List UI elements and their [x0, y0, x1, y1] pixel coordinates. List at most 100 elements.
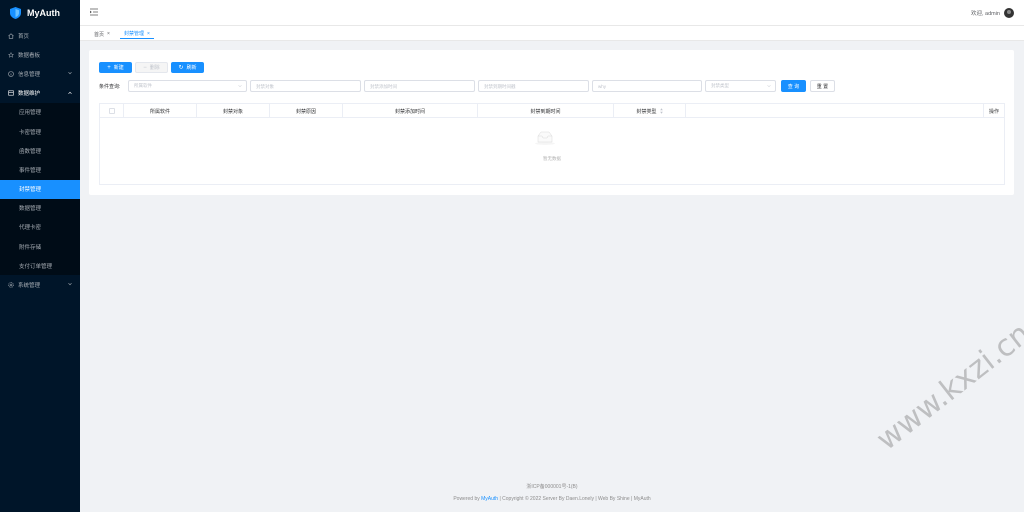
- user-avatar[interactable]: [1004, 8, 1014, 18]
- minus-icon: −: [143, 64, 147, 71]
- expire-time-input[interactable]: [478, 80, 589, 92]
- tab-ban-management[interactable]: 封禁管理 ×: [120, 29, 154, 39]
- chevron-down-icon: [68, 72, 72, 75]
- sidebar-item-payment-orders[interactable]: 支付订单管理: [0, 256, 80, 275]
- tab-label: 封禁管理: [124, 31, 145, 37]
- info-icon: [8, 71, 14, 77]
- sidebar-item-label: 封禁管理: [19, 187, 42, 194]
- sidebar-item-home[interactable]: 首页: [0, 26, 80, 45]
- new-button-label: 新建: [113, 65, 124, 71]
- sidebar-item-label: 附件存储: [19, 244, 42, 251]
- column-header[interactable]: 封禁添加时间: [343, 104, 478, 118]
- sidebar-item-label: 函数管理: [19, 148, 42, 155]
- column-header[interactable]: 封禁到期时间: [478, 104, 614, 118]
- column-header[interactable]: 封禁对象: [197, 104, 270, 118]
- sidebar-item-event-management[interactable]: 事件管理: [0, 160, 80, 179]
- sidebar-item-agent-cards[interactable]: 代理卡密: [0, 218, 80, 237]
- ban-target-input[interactable]: [250, 80, 361, 92]
- sidebar-item-ban-management[interactable]: 封禁管理: [0, 179, 80, 199]
- column-header[interactable]: 封禁原因: [270, 104, 343, 118]
- app-logo[interactable]: MyAuth: [0, 0, 80, 26]
- sidebar-item-label: 代理卡密: [19, 225, 42, 232]
- app-name: MyAuth: [27, 8, 60, 18]
- column-header-label: 封禁类型: [636, 108, 657, 115]
- software-select-placeholder: 所属软件: [134, 83, 152, 88]
- sidebar-item-label: 系统管理: [18, 283, 41, 290]
- empty-text: 暂无数据: [543, 156, 561, 161]
- sidebar-item-system[interactable]: 系统管理: [0, 275, 80, 294]
- sidebar-item-attachment-storage[interactable]: 附件存储: [0, 237, 80, 256]
- tab-label: 首页: [94, 31, 105, 38]
- submenu-data-maintenance: 应用管理 卡密管理 函数管理 事件管理 封禁管理 数据管理 代理卡密 附件存储 …: [0, 102, 80, 276]
- added-time-input[interactable]: [364, 80, 475, 92]
- reset-button[interactable]: 重 置: [810, 80, 835, 92]
- close-icon[interactable]: ×: [147, 31, 150, 37]
- sidebar-item-label: 应用管理: [19, 110, 42, 117]
- sidebar-item-label: 支付订单管理: [19, 263, 53, 270]
- chevron-down-icon: [238, 85, 242, 88]
- sidebar-item-label: 信息管理: [18, 71, 41, 78]
- sidebar-item-label: 首页: [18, 33, 30, 40]
- menu-fold-icon[interactable]: [90, 8, 98, 16]
- select-all-checkbox[interactable]: [108, 108, 115, 114]
- shield-logo-icon: [10, 7, 21, 19]
- column-header-blank: [686, 104, 984, 118]
- ban-reason-field[interactable]: [598, 83, 701, 89]
- query-button[interactable]: 查 询: [781, 80, 806, 92]
- reset-button-label: 重 置: [816, 83, 829, 90]
- sidebar-item-data-management[interactable]: 数据管理: [0, 199, 80, 218]
- sidebar-item-label: 卡密管理: [19, 129, 42, 136]
- sort-icon[interactable]: [659, 108, 663, 114]
- watermark: www.kxzi.cn: [870, 316, 1024, 458]
- powered-prefix: Powered by: [453, 496, 482, 502]
- powered-suffix: | Copyright © 2022 Server By Daen.Lonely…: [498, 496, 651, 502]
- delete-button-label: 删除: [149, 65, 160, 71]
- home-icon: [8, 32, 14, 39]
- dashboard-icon: [8, 51, 14, 58]
- table-header: 所属软件 封禁对象 封禁原因 封禁添加时间 封禁到期时间 封禁类型 操作: [100, 104, 1004, 118]
- sidebar-item-info[interactable]: 信息管理: [0, 64, 80, 83]
- column-header[interactable]: 所属软件: [124, 104, 197, 118]
- top-header: 欢迎, admin: [80, 0, 1024, 26]
- refresh-icon: ↻: [178, 64, 184, 71]
- expire-time-field[interactable]: [484, 83, 588, 89]
- sidebar: MyAuth 首页 数据看板 信息管理 数据维护 应用管理 卡密管理 函数管理 …: [0, 0, 80, 512]
- icp-footer[interactable]: 浙ICP备000001号-1(B): [80, 483, 1024, 490]
- query-button-label: 查 询: [787, 83, 800, 90]
- chevron-up-icon: [68, 91, 72, 94]
- new-button[interactable]: + 新建: [99, 62, 132, 73]
- gear-icon: [8, 282, 14, 288]
- empty-box-icon: [535, 131, 555, 145]
- refresh-button-label: 刷新: [186, 65, 197, 71]
- welcome-text: 欢迎, admin: [970, 11, 1000, 17]
- sidebar-item-label: 数据维护: [18, 91, 41, 98]
- ban-reason-input[interactable]: [592, 80, 702, 92]
- refresh-button[interactable]: ↻ 刷新: [171, 62, 204, 73]
- chevron-down-icon: [68, 283, 72, 286]
- sidebar-item-function-management[interactable]: 函数管理: [0, 141, 80, 160]
- copyright-footer: Powered by MyAuth | Copyright © 2022 Ser…: [80, 496, 1024, 502]
- sidebar-item-dashboard[interactable]: 数据看板: [0, 45, 80, 64]
- delete-button[interactable]: − 删除: [135, 62, 168, 73]
- sidebar-item-label: 数据看板: [18, 52, 41, 59]
- software-select[interactable]: 所属软件: [128, 80, 247, 92]
- select-all-cell: [100, 104, 124, 118]
- database-icon: [8, 90, 14, 96]
- main-card: + 新建 − 删除 ↻ 刷新 条件查询: 所属软件 封禁类型 查 询 重 置: [89, 50, 1014, 195]
- sidebar-item-card-management[interactable]: 卡密管理: [0, 122, 80, 141]
- sidebar-item-app-management[interactable]: 应用管理: [0, 103, 80, 122]
- sidebar-item-data-maintenance[interactable]: 数据维护: [0, 84, 80, 103]
- ban-table: 所属软件 封禁对象 封禁原因 封禁添加时间 封禁到期时间 封禁类型 操作 暂无数…: [99, 103, 1005, 185]
- column-header-ban-type[interactable]: 封禁类型: [614, 104, 686, 118]
- filter-label: 条件查询:: [99, 84, 121, 90]
- ban-target-field[interactable]: [256, 83, 360, 89]
- tabs-bar: 首页 × 封禁管理 ×: [80, 26, 1024, 41]
- column-header-actions: 操作: [988, 108, 999, 115]
- powered-link[interactable]: MyAuth: [481, 496, 498, 502]
- close-icon[interactable]: ×: [107, 31, 110, 37]
- added-time-field[interactable]: [370, 83, 474, 89]
- sidebar-item-label: 事件管理: [19, 167, 42, 174]
- sidebar-item-label: 数据管理: [19, 206, 42, 213]
- tab-home[interactable]: 首页 ×: [90, 29, 114, 39]
- ban-type-select[interactable]: 封禁类型: [705, 80, 776, 92]
